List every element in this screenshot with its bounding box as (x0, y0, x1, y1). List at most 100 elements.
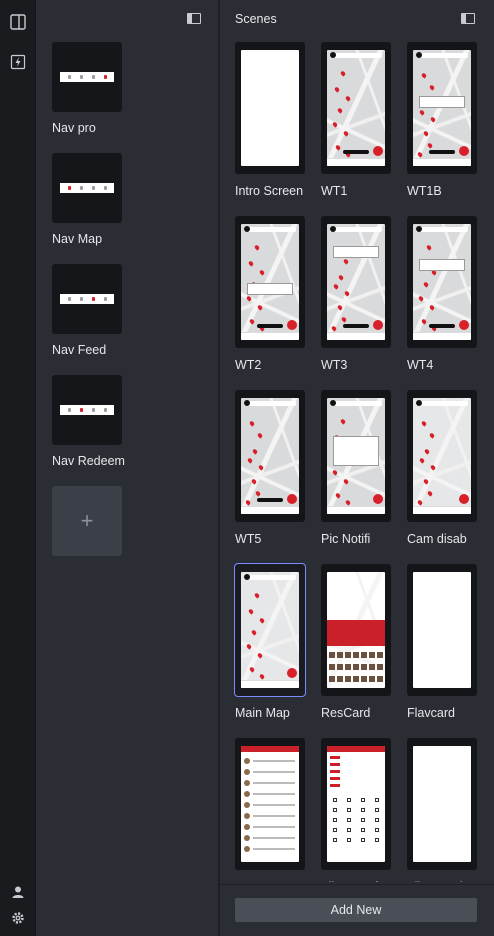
scene-card[interactable]: ResCard (321, 564, 391, 720)
scene-card[interactable]: WT3 (321, 216, 391, 372)
map-pin-icon (339, 418, 346, 425)
filter-icon-preview (375, 808, 379, 812)
scene-card[interactable]: Pic Notifi (321, 390, 391, 546)
component-item[interactable]: Nav pro (52, 42, 202, 135)
filter-icon-preview (333, 798, 337, 802)
map-pin-icon (248, 318, 256, 325)
nav-bar-preview (60, 294, 114, 304)
map-pin-icon (342, 130, 349, 137)
text-line-preview (253, 848, 295, 850)
text-line-preview (253, 782, 295, 784)
map-pin-icon (253, 592, 260, 599)
search-bar-preview (416, 53, 468, 58)
scene-thumbnail (321, 738, 391, 870)
card-header-preview (327, 620, 385, 646)
scene-card[interactable]: WT1 (321, 42, 391, 198)
layout-icon[interactable] (8, 12, 28, 32)
map-pin-icon (420, 72, 428, 79)
filter-icon-preview (375, 818, 379, 822)
nav-bar-preview (413, 332, 471, 340)
map-pin-icon (332, 283, 339, 290)
tooltip-preview (333, 246, 379, 258)
scene-card[interactable]: Filters Def (321, 738, 391, 882)
filter-icon-preview (333, 808, 337, 812)
map-pin-icon (418, 457, 425, 464)
text-line-preview (253, 771, 295, 773)
tooltip-preview (247, 283, 293, 295)
map-pin-icon (418, 109, 425, 116)
filter-chip-preview (330, 777, 340, 780)
scene-card[interactable]: WT5 (235, 390, 305, 546)
component-label: Nav pro (52, 121, 96, 135)
map-pin-icon (417, 499, 424, 506)
scene-label: Menu (235, 880, 305, 882)
map-pin-icon (253, 244, 260, 251)
scene-card[interactable]: Cam disab (407, 390, 477, 546)
map-pin-icon (428, 84, 435, 91)
scene-label: ResCard (321, 706, 371, 720)
scene-thumbnail (235, 216, 305, 348)
logo-icon (244, 574, 250, 580)
map-pin-icon (245, 499, 252, 506)
user-icon[interactable] (8, 882, 28, 902)
camera-icon (287, 668, 297, 678)
filter-icon-preview (361, 828, 365, 832)
map-pin-icon (245, 295, 253, 302)
gear-icon[interactable] (8, 908, 28, 928)
component-item[interactable]: Nav Map (52, 153, 202, 246)
text-line-preview (253, 826, 295, 828)
text-line-preview (253, 793, 295, 795)
filter-chip-preview (330, 756, 340, 759)
panel-toggle-icon[interactable] (187, 13, 201, 24)
food-image-preview (244, 813, 250, 819)
add-component-button[interactable]: + (52, 486, 122, 556)
scene-card[interactable]: Menu (235, 738, 305, 882)
food-image-preview (244, 780, 250, 786)
add-new-button[interactable]: Add New (235, 898, 477, 922)
scene-thumbnail (407, 42, 477, 174)
button-preview (343, 324, 369, 328)
scene-card[interactable]: WT1B (407, 42, 477, 198)
scene-card[interactable]: Flavcard (407, 564, 477, 720)
search-bar-preview (244, 227, 296, 232)
map-pin-icon (345, 499, 352, 506)
filter-icon-preview (347, 828, 351, 832)
component-item[interactable]: Nav Redeem (52, 375, 202, 468)
map-pin-icon (344, 95, 351, 103)
scene-label: WT3 (321, 358, 348, 372)
scene-card[interactable]: Filters Sel (407, 738, 477, 882)
filter-icon-preview (361, 838, 365, 842)
map-pin-icon (258, 617, 265, 625)
filter-chip-preview (330, 784, 340, 787)
component-label: Nav Map (52, 232, 103, 246)
map-pin-icon (334, 144, 342, 151)
nav-bar-preview (327, 506, 385, 514)
map-pin-icon (428, 304, 435, 311)
filter-chip-preview (330, 763, 340, 766)
scene-card[interactable]: Main Map (234, 563, 306, 720)
scene-card[interactable]: Intro Screen (235, 42, 305, 198)
food-image-preview (244, 802, 250, 808)
map-pin-icon (422, 130, 429, 137)
component-item[interactable]: Nav Feed (52, 264, 202, 357)
avatar-row-preview (329, 676, 383, 682)
nav-bar-preview (241, 680, 299, 688)
filter-icon-preview (361, 808, 365, 812)
tooltip-preview (419, 259, 465, 271)
nav-bar-preview (60, 72, 114, 82)
lightning-icon[interactable] (8, 52, 28, 72)
scene-card[interactable]: WT4 (407, 216, 477, 372)
tooltip-preview (419, 96, 465, 108)
scene-grid: Intro Screen WT1 WT1B WT2 WT3 WT4 WT5 Pic Notif… (220, 42, 494, 882)
scene-label: Flavcard (407, 706, 455, 720)
scene-card[interactable]: WT2 (235, 216, 305, 372)
map-pin-icon (334, 492, 342, 499)
panel-toggle-icon[interactable] (461, 13, 475, 24)
map-pin-icon (342, 478, 349, 485)
map-pin-icon (342, 258, 349, 265)
scene-thumbnail (321, 42, 391, 174)
map-pin-icon (331, 469, 339, 476)
scene-thumbnail (321, 216, 391, 348)
components-panel: Nav pro Nav Map Nav Feed Nav Redeem + (36, 0, 219, 936)
map-pin-icon (428, 432, 435, 439)
